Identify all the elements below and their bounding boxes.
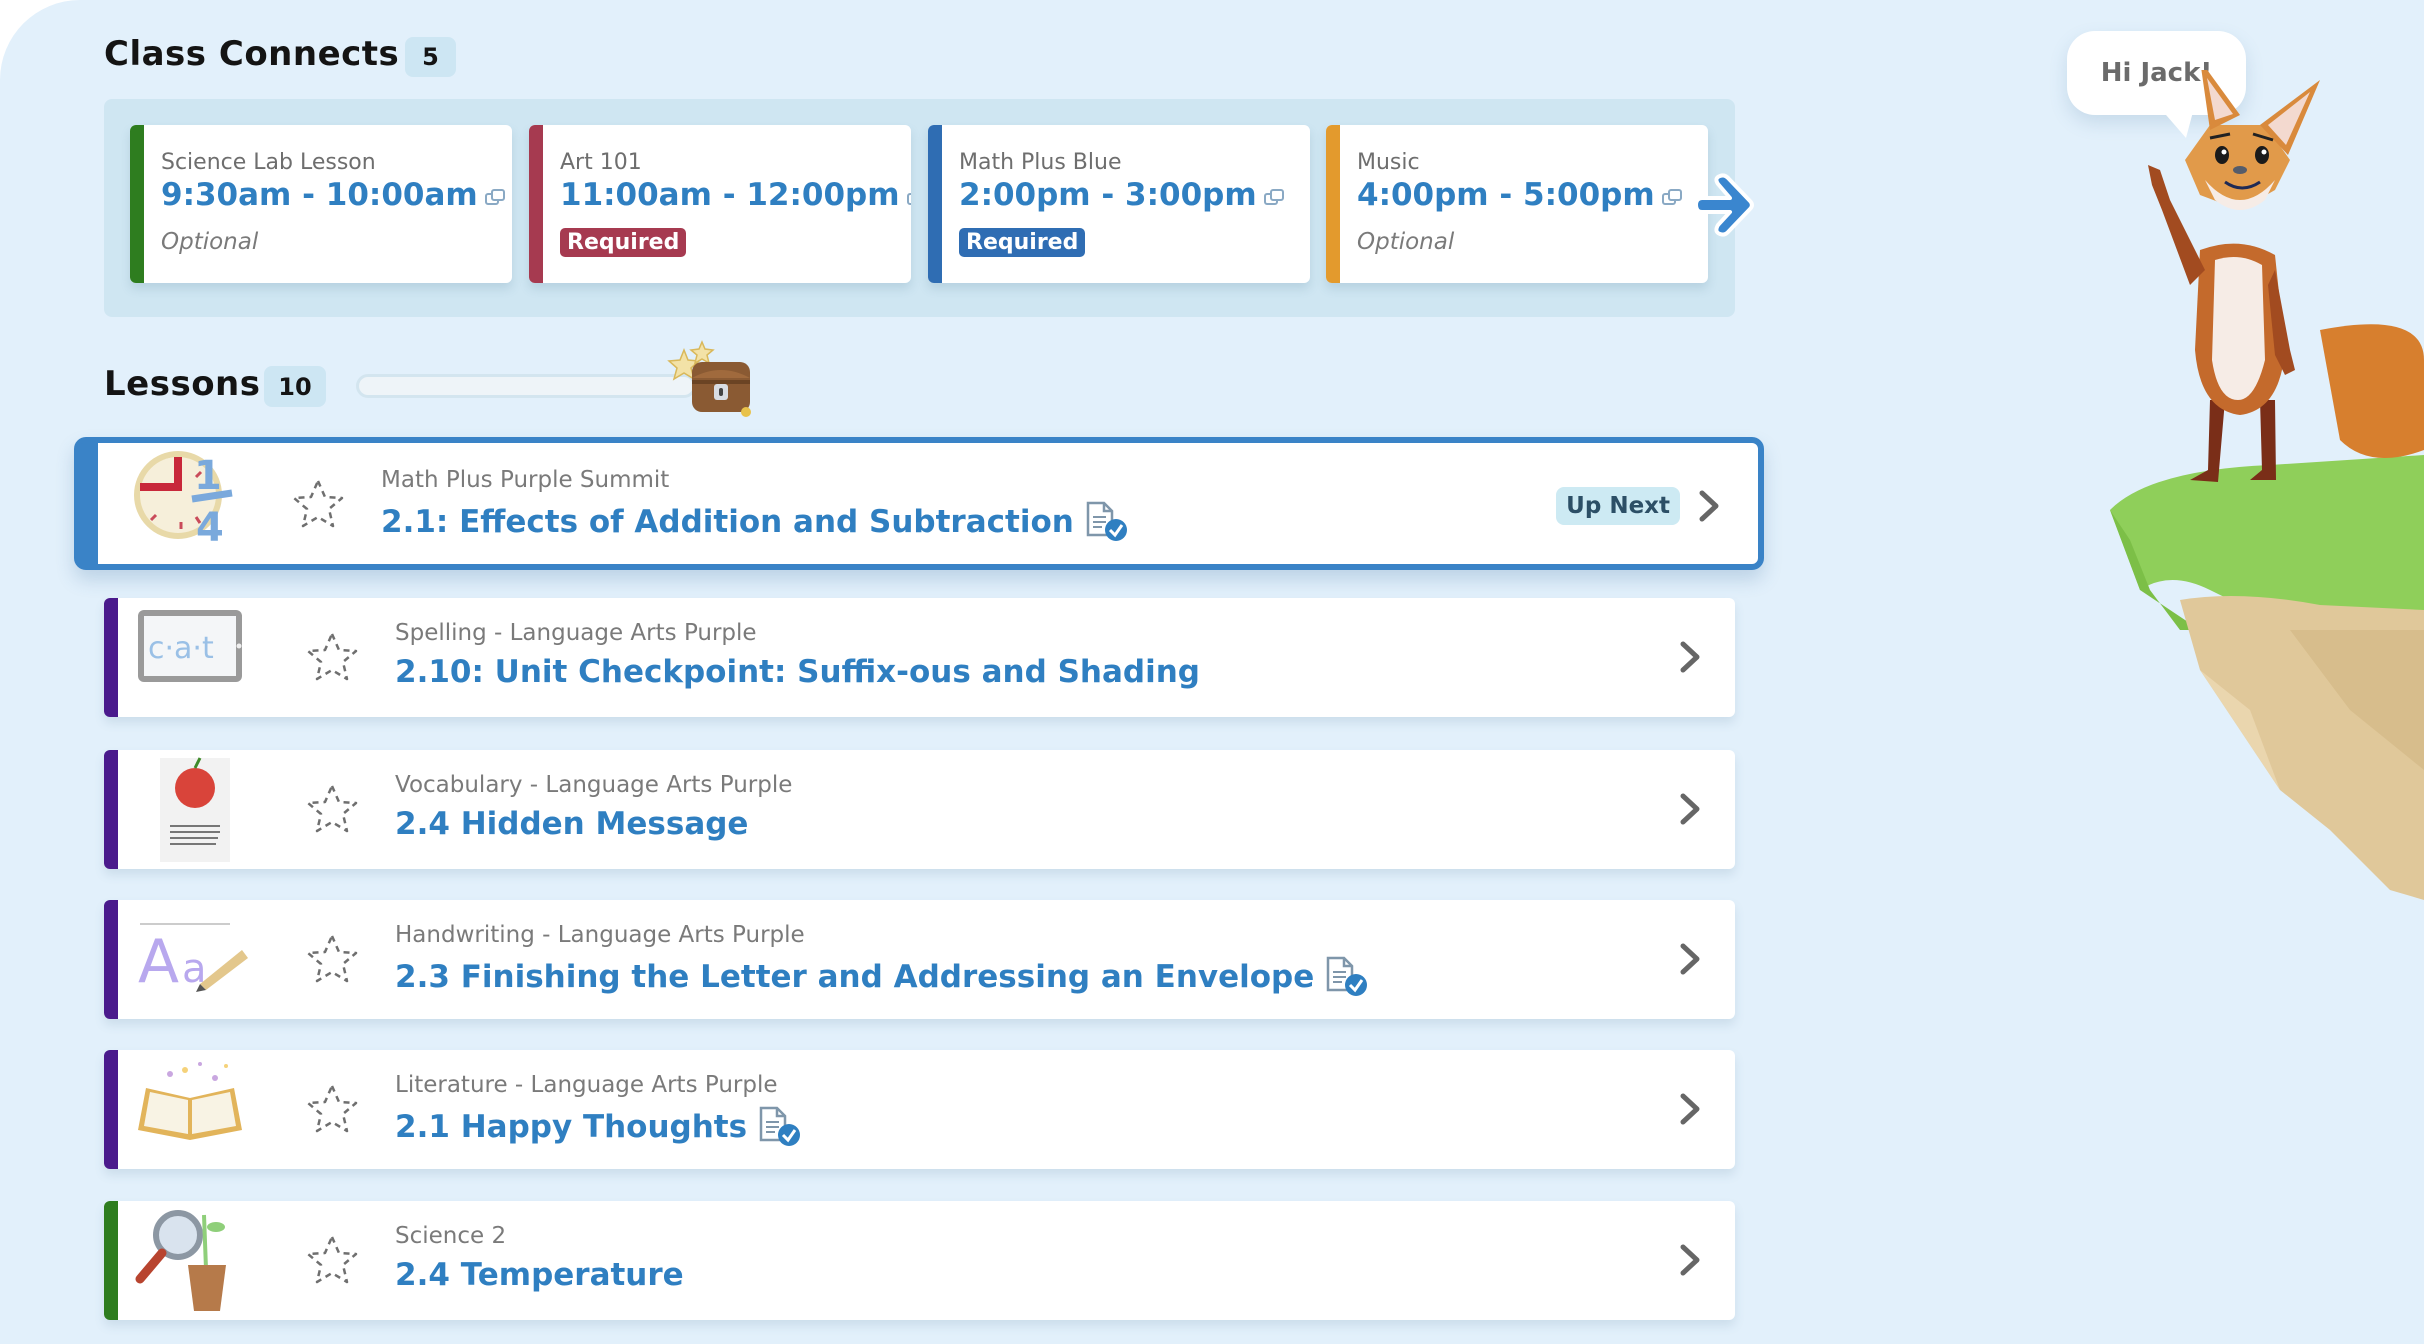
document-check-icon (759, 1106, 801, 1146)
svg-text:A: A (138, 927, 179, 997)
lesson-row[interactable]: c·a·t Spelling - Language Arts Purple 2.… (104, 598, 1735, 717)
lesson-row[interactable]: Literature - Language Arts Purple 2.1 Ha… (104, 1050, 1735, 1169)
class-connect-name: Science Lab Lesson (161, 150, 376, 175)
lesson-subject: Spelling - Language Arts Purple (395, 620, 757, 646)
treasure-chest-icon[interactable] (662, 340, 762, 420)
lesson-accent-bar (104, 900, 118, 1019)
class-connects-strip: Science Lab Lesson 9:30am - 10:00am Opti… (104, 99, 1735, 317)
external-link-icon (1263, 188, 1284, 205)
card-color-bar (529, 125, 543, 283)
class-connect-card[interactable]: Science Lab Lesson 9:30am - 10:00am Opti… (130, 125, 512, 283)
lesson-subject: Science 2 (395, 1223, 507, 1249)
card-color-bar (130, 125, 144, 283)
lesson-accent-bar (104, 598, 118, 717)
class-connect-time-link[interactable]: 4:00pm - 5:00pm (1357, 177, 1683, 213)
class-connect-time: 9:30am - 10:00am (161, 177, 478, 213)
lesson-row[interactable]: Vocabulary - Language Arts Purple 2.4 Hi… (104, 750, 1735, 869)
lesson-title: 2.10: Unit Checkpoint: Suffix-ous and Sh… (395, 654, 1200, 690)
lesson-title: 2.4 Hidden Message (395, 806, 749, 842)
lesson-thumbnail-apple-card (130, 754, 250, 866)
class-connect-time-link[interactable]: 11:00am - 12:00pm (560, 177, 911, 213)
class-connects-next-button[interactable] (1692, 168, 1764, 242)
star-outline-icon[interactable] (304, 1233, 360, 1287)
class-connect-time-link[interactable]: 9:30am - 10:00am (161, 177, 506, 213)
lesson-title-link[interactable]: 2.1 Happy Thoughts (395, 1106, 805, 1148)
lesson-title-link[interactable]: 2.4 Hidden Message (395, 806, 748, 842)
svg-text:4: 4 (196, 505, 224, 549)
class-connect-name: Art 101 (560, 150, 642, 175)
lesson-title: 2.3 Finishing the Letter and Addressing … (395, 959, 1315, 995)
lesson-accent-bar (104, 750, 118, 869)
star-outline-icon[interactable] (290, 477, 346, 531)
lesson-title-link[interactable]: 2.1: Effects of Addition and Subtraction (381, 501, 1132, 543)
svg-text:c·a·t: c·a·t (148, 631, 214, 666)
lesson-row-up-next[interactable]: 14 Math Plus Purple Summit 2.1: Effects … (74, 437, 1764, 570)
external-link-icon (484, 188, 505, 205)
lessons-count-badge: 10 (264, 366, 326, 407)
lesson-thumbnail-letters-pencil: Aa (130, 904, 250, 1016)
star-outline-icon[interactable] (304, 630, 360, 684)
lesson-title-link[interactable]: 2.3 Finishing the Letter and Addressing … (395, 956, 1372, 998)
lesson-title-link[interactable]: 2.10: Unit Checkpoint: Suffix-ous and Sh… (395, 654, 1200, 690)
class-connect-card[interactable]: Math Plus Blue 2:00pm - 3:00pm Required (928, 125, 1310, 283)
required-badge: Required (560, 228, 687, 257)
lesson-row[interactable]: Aa Handwriting - Language Arts Purple 2.… (104, 900, 1735, 1019)
star-outline-icon[interactable] (304, 782, 360, 836)
chevron-right-icon[interactable] (1677, 1090, 1703, 1128)
lesson-accent-bar (104, 1050, 118, 1169)
lesson-thumbnail-pie-fraction: 14 (126, 437, 246, 551)
lesson-title: 2.1 Happy Thoughts (395, 1109, 748, 1145)
lesson-title-link[interactable]: 2.4 Temperature (395, 1257, 684, 1293)
class-connect-time: 11:00am - 12:00pm (560, 177, 900, 213)
lessons-title: Lessons (104, 364, 261, 404)
external-link-icon (906, 192, 911, 205)
page: Class Connects 5 Science Lab Lesson 9:30… (0, 0, 2424, 1344)
lesson-subject: Handwriting - Language Arts Purple (395, 922, 805, 948)
chevron-right-icon[interactable] (1677, 790, 1703, 828)
lesson-thumbnail-open-book (130, 1054, 250, 1166)
card-color-bar (928, 125, 942, 283)
class-connects-title: Class Connects (104, 34, 400, 74)
arrow-right-icon (1694, 173, 1754, 237)
star-outline-icon[interactable] (304, 932, 360, 986)
lesson-accent-bar (80, 443, 98, 564)
lesson-row[interactable]: Science 2 2.4 Temperature (104, 1201, 1735, 1320)
fox-mascot-icon[interactable] (2090, 70, 2424, 970)
lesson-thumbnail-tablet-cat: c·a·t (130, 602, 250, 714)
chevron-right-icon[interactable] (1696, 487, 1722, 525)
lesson-accent-bar (104, 1201, 118, 1320)
document-check-icon (1086, 501, 1127, 541)
optional-label: Optional (161, 229, 259, 255)
lesson-title: 2.4 Temperature (395, 1257, 684, 1293)
class-connect-time-link[interactable]: 2:00pm - 3:00pm (959, 177, 1285, 213)
chevron-right-icon[interactable] (1677, 940, 1703, 978)
class-connect-name: Math Plus Blue (959, 150, 1122, 175)
chevron-right-icon[interactable] (1677, 1241, 1703, 1279)
class-connect-name: Music (1357, 150, 1420, 175)
class-connect-time: 2:00pm - 3:00pm (959, 177, 1257, 213)
class-connects-count-badge: 5 (405, 37, 456, 77)
lesson-subject: Literature - Language Arts Purple (395, 1072, 778, 1098)
class-connect-card[interactable]: Music 4:00pm - 5:00pm Optional (1326, 125, 1708, 283)
lessons-progress-bar (356, 374, 696, 398)
external-link-icon (1661, 188, 1682, 205)
class-connect-time: 4:00pm - 5:00pm (1357, 177, 1655, 213)
up-next-badge: Up Next (1556, 487, 1680, 525)
card-color-bar (1326, 125, 1340, 283)
chevron-right-icon[interactable] (1677, 638, 1703, 676)
class-connect-card[interactable]: Art 101 11:00am - 12:00pm Required (529, 125, 911, 283)
lesson-title: 2.1: Effects of Addition and Subtraction (381, 504, 1074, 540)
lesson-subject: Vocabulary - Language Arts Purple (395, 772, 793, 798)
optional-label: Optional (1357, 229, 1455, 255)
document-check-icon (1327, 956, 1368, 996)
star-outline-icon[interactable] (304, 1082, 360, 1136)
lesson-thumbnail-magnifier-plant (130, 1205, 250, 1317)
lesson-subject: Math Plus Purple Summit (381, 467, 670, 493)
required-badge: Required (959, 228, 1086, 257)
